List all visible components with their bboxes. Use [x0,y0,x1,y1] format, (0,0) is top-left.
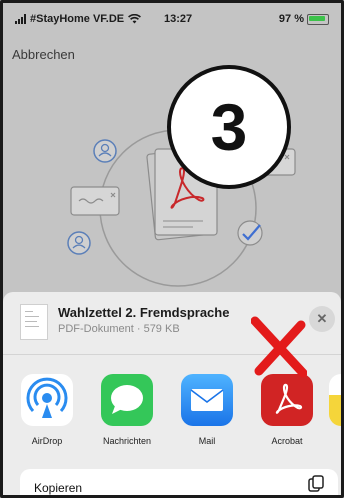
check-icon [237,220,263,246]
acrobat-icon [261,374,313,426]
app-label: Acrobat [271,436,303,446]
wifi-icon [128,14,142,24]
close-icon: ✕ [316,311,328,326]
red-x-mark-icon [251,316,307,378]
copy-icon [308,475,324,495]
app-label: AirDrop [31,436,63,446]
carrier-name: #StayHome VF.DE [30,13,125,25]
file-meta: PDF-Dokument · 579 KB [58,323,180,335]
signal-icon [15,14,26,24]
airdrop-icon [21,374,73,426]
app-notes[interactable]: N [329,374,341,446]
file-name: Wahlzettel 2. Fremdsprache [58,305,230,320]
copy-action[interactable]: Kopieren [20,469,338,495]
close-button[interactable]: ✕ [309,306,335,332]
app-label: N [329,436,341,446]
app-messages[interactable]: Nachrichten [97,374,157,446]
battery-percent: 97 % [278,13,304,25]
app-label: Mail [198,436,216,446]
mail-icon [181,374,233,426]
battery-status: 97 % [279,13,329,25]
app-acrobat[interactable]: Acrobat [257,374,317,446]
app-label: Nachrichten [102,436,152,446]
cancel-button[interactable]: Abbrechen [12,47,75,62]
app-mail[interactable]: Mail [177,374,237,446]
app-airdrop[interactable]: AirDrop [17,374,77,446]
status-bar: #StayHome VF.DE 13:27 97 % [3,3,341,37]
copy-label: Kopieren [34,481,83,495]
battery-icon [307,13,329,25]
messages-icon [101,374,153,426]
phone-screen: #StayHome VF.DE 13:27 97 % Abbrechen 3 W… [0,0,344,498]
clock: 13:27 [164,13,193,25]
app-row: AirDrop Nachrichten Mail Acrobat [3,374,341,464]
notes-icon [329,374,341,426]
carrier-info: #StayHome VF.DE [15,13,142,25]
step-number-badge: 3 [167,65,291,189]
document-thumbnail-icon [20,304,48,340]
